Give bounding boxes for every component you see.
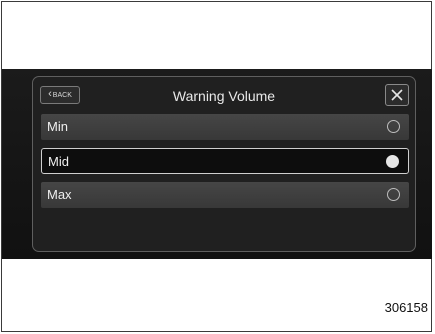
display-screen: ‹ BACK Warning Volume Min Mid Max	[2, 69, 432, 259]
close-icon	[391, 89, 403, 101]
figure-number: 306158	[384, 300, 428, 315]
option-row-mid[interactable]: Mid	[41, 148, 409, 174]
close-button[interactable]	[385, 84, 409, 106]
option-row-min[interactable]: Min	[41, 114, 409, 140]
radio-on-icon	[386, 155, 399, 168]
option-label: Mid	[48, 154, 69, 169]
radio-off-icon	[387, 120, 400, 133]
option-label: Min	[47, 119, 68, 134]
option-label: Max	[47, 187, 72, 202]
page-title: Warning Volume	[172, 88, 276, 104]
radio-off-icon	[387, 188, 400, 201]
warning-volume-dialog: ‹ BACK Warning Volume Min Mid Max	[32, 76, 416, 252]
option-row-max[interactable]: Max	[41, 182, 409, 208]
